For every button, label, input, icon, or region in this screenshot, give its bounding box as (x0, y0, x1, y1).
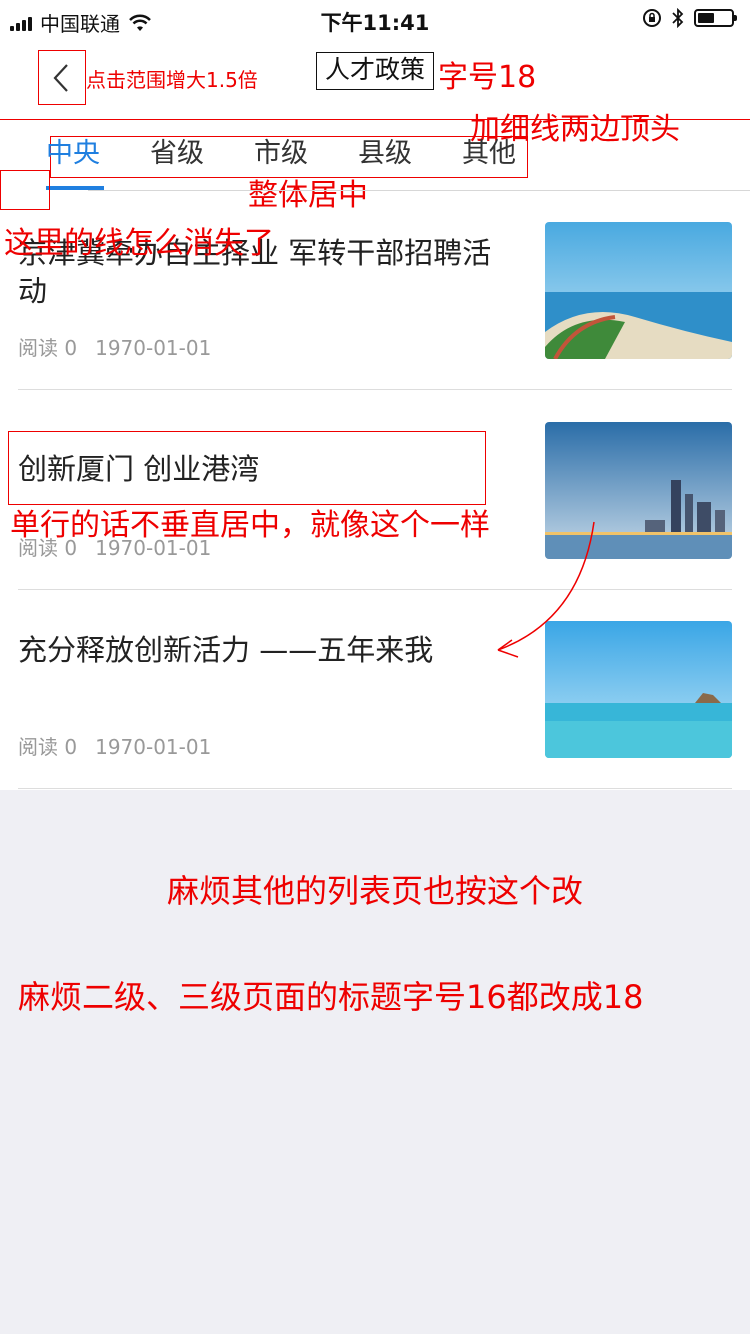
nav-bar: 点击范围增大1.5倍 人才政策 字号18 加细线两边顶头 (0, 40, 750, 147)
article-title: 充分释放创新活力 ——五年来我 (18, 633, 434, 667)
annotation-single-line-box (8, 431, 486, 505)
tab-province[interactable]: 省级 (150, 136, 204, 172)
article-meta: 阅读 0 1970-01-01 (18, 731, 211, 760)
tab-central[interactable]: 中央 (46, 136, 100, 172)
orientation-lock-icon (643, 9, 661, 27)
chevron-left-icon (53, 64, 68, 92)
read-count: 阅读 0 (18, 735, 78, 759)
category-tabs: 中央 省级 市级 县级 其他 (0, 122, 750, 192)
annotation-arrow (497, 521, 595, 658)
article-meta: 阅读 0 1970-01-01 (18, 332, 211, 361)
list-divider (18, 389, 732, 390)
article-date: 1970-01-01 (95, 336, 212, 360)
list-divider (18, 589, 732, 590)
annotation-tap-area: 点击范围增大1.5倍 (86, 68, 258, 92)
bluetooth-icon (672, 8, 684, 28)
battery-icon (694, 9, 737, 27)
tab-divider (88, 190, 750, 191)
article-thumbnail (545, 222, 732, 359)
status-time: 下午11:41 (320, 11, 430, 35)
tab-county[interactable]: 县级 (358, 136, 412, 172)
tab-other[interactable]: 其他 (462, 136, 516, 172)
status-bar: 中国联通 下午11:41 (0, 0, 750, 40)
tab-city[interactable]: 市级 (254, 136, 308, 172)
list-divider (18, 788, 732, 789)
annotation-missing-line-box (0, 170, 50, 210)
annotation-title-size: 麻烦二级、三级页面的标题字号16都改成18 (18, 978, 644, 1016)
article-date: 1970-01-01 (95, 735, 212, 759)
annotation-line-missing: 这里的线怎么消失了 (4, 226, 274, 261)
page-title: 人才政策 (316, 52, 434, 90)
back-button[interactable] (38, 50, 86, 105)
annotation-single-line: 单行的话不垂直居中，就像这个一样 (10, 508, 490, 543)
annotation-center: 整体居中 (248, 178, 368, 213)
annotation-divider-line (0, 119, 750, 120)
list-item[interactable]: 充分释放创新活力 ——五年来我 阅读 0 1970-01-01 (18, 621, 732, 787)
annotation-other-lists: 麻烦其他的列表页也按这个改 (166, 872, 583, 910)
read-count: 阅读 0 (18, 336, 78, 360)
annotation-font-size: 字号18 (438, 60, 537, 95)
